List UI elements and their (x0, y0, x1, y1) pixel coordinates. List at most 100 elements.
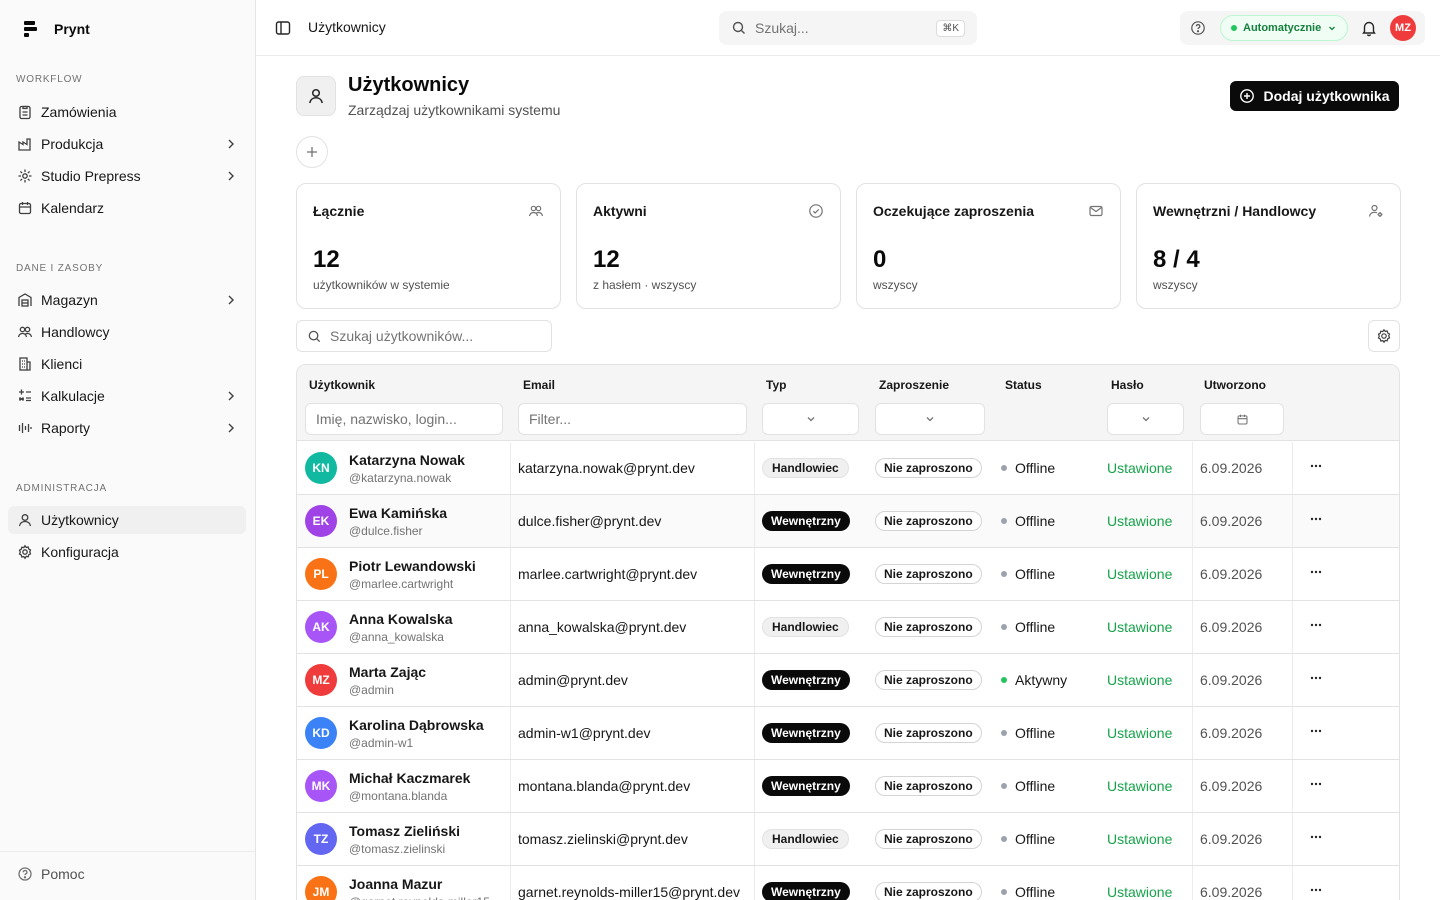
invite-badge: Nie zaproszono (875, 564, 982, 584)
cell-divider (754, 495, 755, 547)
column-header-invite[interactable]: Zaproszenie (879, 378, 949, 392)
sidebar-item-produkcja[interactable]: Produkcja (8, 130, 246, 158)
password-filter-select[interactable] (1107, 403, 1184, 435)
table-row[interactable]: KD Karolina Dąbrowska @admin-w1 admin-w1@pr… (297, 707, 1399, 760)
help-link[interactable]: Pomoc (17, 866, 85, 882)
cell-divider (1192, 866, 1193, 900)
column-header-password[interactable]: Hasło (1111, 378, 1144, 392)
table-row[interactable]: MK Michał Kaczmarek @montana.blanda montana… (297, 760, 1399, 813)
users-icon (17, 324, 33, 340)
table-header: Użytkownik Email Typ Zaproszenie Status … (297, 365, 1399, 441)
user-email: admin-w1@prynt.dev (518, 725, 651, 741)
page-user-icon (296, 76, 336, 116)
user-avatar[interactable]: MZ (1390, 15, 1416, 41)
type-badge: Wewnętrzny (762, 882, 850, 900)
column-header-email[interactable]: Email (523, 378, 555, 392)
table-row[interactable]: KN Katarzyna Nowak @katarzyna.nowak katarzy… (297, 442, 1399, 495)
sidebar-item-kalendarz[interactable]: Kalendarz (8, 194, 246, 222)
created-filter-date[interactable] (1200, 403, 1284, 435)
table-settings-button[interactable] (1368, 320, 1400, 352)
mail-icon (1088, 203, 1104, 222)
more-horizontal-icon (1309, 672, 1323, 688)
user-name: Marta Zając (349, 664, 427, 680)
created-date: 6.09.2026 (1200, 725, 1263, 741)
user-email: marlee.cartwright@prynt.dev (518, 566, 698, 582)
password-status: Ustawione (1107, 884, 1173, 900)
type-filter-select[interactable] (762, 403, 859, 435)
column-header-type[interactable]: Typ (766, 378, 786, 392)
stat-title: Aktywni (593, 203, 647, 219)
password-status: Ustawione (1107, 831, 1173, 847)
avatar: MK (305, 770, 337, 802)
cell-divider (510, 760, 511, 812)
sidebar-item-konfiguracja[interactable]: Konfiguracja (8, 538, 246, 566)
user-email: admin@prynt.dev (518, 672, 628, 688)
calculator-icon (17, 388, 33, 404)
table-row[interactable]: AK Anna Kowalska @anna_kowalska anna_kowals… (297, 601, 1399, 654)
type-badge: Handlowiec (762, 829, 849, 849)
add-widget-button[interactable] (296, 136, 328, 168)
status-dot (1001, 783, 1007, 789)
user-search-input[interactable]: Szukaj użytkowników... (296, 320, 552, 352)
row-actions-button[interactable] (1309, 724, 1323, 741)
sidebar-item-klienci[interactable]: Klienci (8, 350, 246, 378)
sidebar-item-uzytkownicy[interactable]: Użytkownicy (8, 506, 246, 534)
add-user-button[interactable]: Dodaj użytkownika (1230, 81, 1399, 111)
sidebar-item-kalkulacje[interactable]: Kalkulacje (8, 382, 246, 410)
status-dot (1001, 836, 1007, 842)
stat-value: 12 (593, 246, 620, 273)
mode-select[interactable]: Automatycznie (1220, 15, 1349, 41)
user-login: @admin-w1 (349, 736, 414, 750)
table-row[interactable]: EK Ewa Kamińska @dulce.fisher dulce.fisher@… (297, 495, 1399, 548)
row-actions-button[interactable] (1309, 459, 1323, 476)
user-filter-input[interactable]: Imię, nazwisko, login... (305, 403, 503, 435)
row-actions-button[interactable] (1309, 512, 1323, 529)
avatar: MZ (305, 664, 337, 696)
created-date: 6.09.2026 (1200, 566, 1263, 582)
table-row[interactable]: JM Joanna Mazur @garnet.reynolds-miller15 g… (297, 866, 1399, 900)
cell-divider (754, 601, 755, 653)
notifications-button[interactable] (1360, 19, 1378, 40)
email-filter-placeholder: Filter... (529, 411, 572, 427)
stat-value: 12 (313, 246, 340, 273)
factory-icon (17, 136, 33, 152)
status-label: Offline (1015, 884, 1056, 900)
user-name: Michał Kaczmarek (349, 770, 471, 786)
avatar: KD (305, 717, 337, 749)
help-button[interactable] (1190, 20, 1206, 39)
created-date: 6.09.2026 (1200, 831, 1263, 847)
type-badge: Handlowiec (762, 458, 849, 478)
table-row[interactable]: TZ Tomasz Zieliński @tomasz.zielinski tomas… (297, 813, 1399, 866)
sidebar-item-zamowienia[interactable]: Zamówienia (8, 98, 246, 126)
sidebar-toggle-button[interactable] (274, 19, 292, 40)
cell-divider (754, 813, 755, 865)
search-icon (308, 330, 321, 342)
global-search-input[interactable]: Szukaj... ⌘K (719, 11, 977, 45)
row-actions-button[interactable] (1309, 883, 1323, 900)
password-status: Ustawione (1107, 460, 1173, 476)
sidebar-item-raporty[interactable]: Raporty (8, 414, 246, 442)
column-header-created[interactable]: Utworzono (1204, 378, 1266, 392)
status-dot (1001, 677, 1007, 683)
table-row[interactable]: MZ Marta Zając @admin admin@prynt.dev Wewnęt… (297, 654, 1399, 707)
row-actions-button[interactable] (1309, 565, 1323, 582)
help-label: Pomoc (41, 866, 85, 882)
row-actions-button[interactable] (1309, 618, 1323, 635)
sidebar-item-label: Produkcja (41, 136, 104, 152)
column-header-user[interactable]: Użytkownik (309, 378, 375, 392)
invite-filter-select[interactable] (875, 403, 985, 435)
sidebar-item-handlowcy[interactable]: Handlowcy (8, 318, 246, 346)
brand[interactable]: Prynt (22, 20, 90, 38)
chevron-right-icon (224, 421, 238, 435)
row-actions-button[interactable] (1309, 777, 1323, 794)
table-row[interactable]: PL Piotr Lewandowski @marlee.cartwright mar… (297, 548, 1399, 601)
status-label: Offline (1015, 460, 1056, 476)
check-circle-icon (808, 203, 824, 222)
sidebar-item-studio-prepress[interactable]: Studio Prepress (8, 162, 246, 190)
email-filter-input[interactable]: Filter... (518, 403, 747, 435)
column-header-status[interactable]: Status (1005, 378, 1042, 392)
row-actions-button[interactable] (1309, 830, 1323, 847)
chevron-down-icon (807, 417, 814, 422)
sidebar-item-magazyn[interactable]: Magazyn (8, 286, 246, 314)
row-actions-button[interactable] (1309, 671, 1323, 688)
